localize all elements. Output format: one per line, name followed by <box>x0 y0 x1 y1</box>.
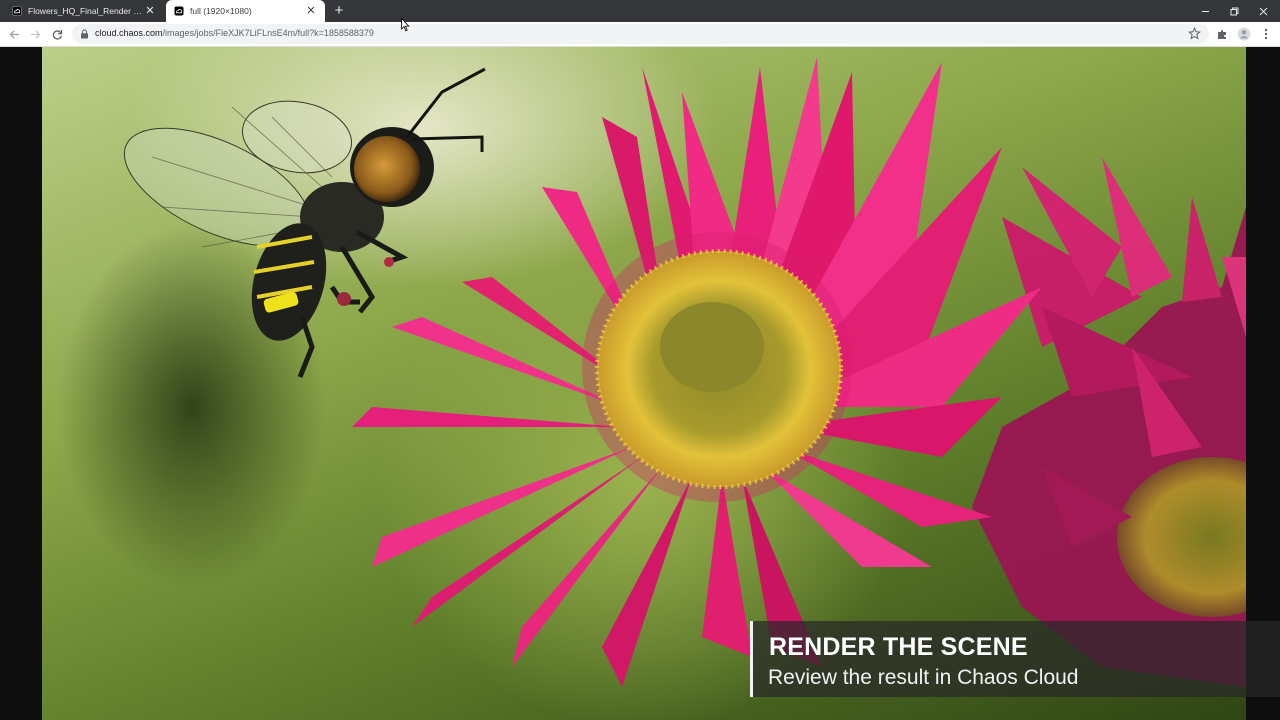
close-tab-icon[interactable]: ✕ <box>305 5 317 17</box>
tab-full-image[interactable]: full (1920×1080) ✕ <box>166 0 325 22</box>
background-flower <box>972 157 1246 687</box>
page-viewport: RENDER THE SCENE Review the result in Ch… <box>0 47 1280 720</box>
url-text[interactable]: cloud.chaos.com/images/jobs/FieXJK7LiFLn… <box>95 28 374 38</box>
rendered-image <box>42 47 1246 720</box>
arrow-right-icon[interactable] <box>27 26 43 42</box>
reload-icon[interactable] <box>49 26 65 42</box>
render-artwork <box>123 57 1246 687</box>
new-tab-button[interactable]: + <box>330 3 348 19</box>
lock-icon[interactable] <box>80 29 89 39</box>
puzzle-icon[interactable] <box>1215 27 1229 41</box>
avatar-icon[interactable] <box>1237 27 1251 41</box>
caption-accent-bar <box>750 621 753 697</box>
mouse-cursor-icon <box>401 18 410 32</box>
url-path: /images/jobs/FieXJK7LiFLnsE4m/full?k=185… <box>162 28 374 38</box>
arrow-left-icon[interactable] <box>6 26 22 42</box>
main-flower <box>352 57 1042 687</box>
tab-title: full (1920×1080) <box>190 6 252 16</box>
chaos-cloud-icon <box>12 6 22 16</box>
url-host: cloud.chaos.com <box>95 28 163 38</box>
chaos-cloud-icon <box>174 6 184 16</box>
kebab-menu-icon[interactable] <box>1259 27 1273 41</box>
tab-strip: Flowers_HQ_Final_Render - Proje ✕ full (… <box>0 0 1280 22</box>
tab-flowers-render[interactable]: Flowers_HQ_Final_Render - Proje ✕ <box>4 0 164 22</box>
caption-subtitle: Review the result in Chaos Cloud <box>768 666 1079 689</box>
restore-icon[interactable] <box>1219 0 1249 22</box>
lower-third-caption: RENDER THE SCENE Review the result in Ch… <box>750 621 1280 697</box>
tab-title: Flowers_HQ_Final_Render - Proje <box>28 6 144 16</box>
close-tab-icon[interactable]: ✕ <box>144 5 156 17</box>
browser-toolbar: cloud.chaos.com/images/jobs/FieXJK7LiFLn… <box>0 22 1280 47</box>
address-bar[interactable]: cloud.chaos.com/images/jobs/FieXJK7LiFLn… <box>72 24 1209 44</box>
star-icon[interactable] <box>1188 27 1201 40</box>
minimize-icon[interactable] <box>1190 0 1220 22</box>
caption-headline: RENDER THE SCENE <box>769 633 1028 661</box>
window-close-icon[interactable] <box>1248 0 1278 22</box>
